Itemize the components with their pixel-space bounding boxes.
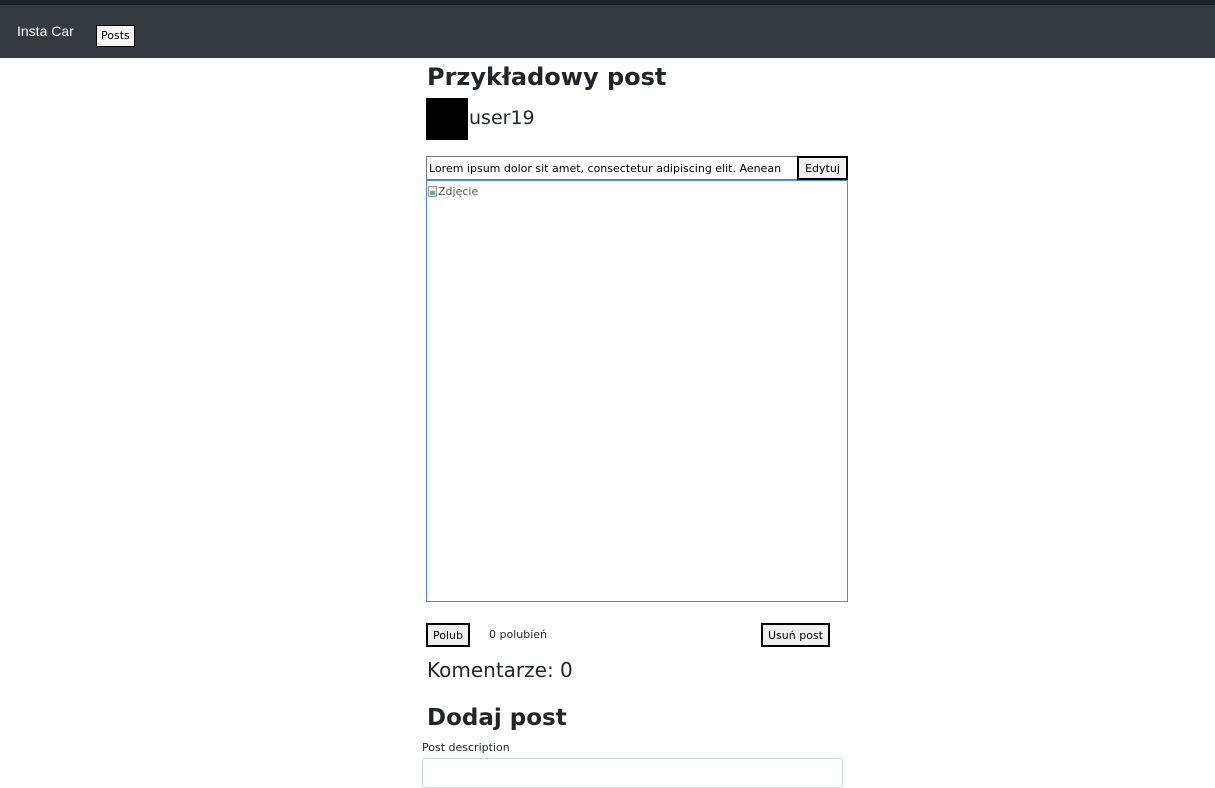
broken-image-icon [428, 186, 437, 197]
post-image: Zdjęcie [426, 180, 848, 602]
broken-image-placeholder: Zdjęcie [428, 185, 478, 198]
delete-post-button[interactable]: Usuń post [761, 623, 830, 647]
add-post-heading: Dodaj post [427, 705, 567, 731]
comments-count: Komentarze: 0 [427, 658, 573, 682]
avatar [426, 98, 468, 140]
navbar: Insta Car Posts [0, 0, 1215, 58]
edit-post-button[interactable]: Edytuj [797, 156, 848, 180]
post-title: Przykładowy post [427, 63, 667, 91]
post-image-alt-text: Zdjęcie [438, 185, 479, 198]
post-description-input[interactable] [426, 156, 798, 180]
post-author-username: user19 [469, 107, 535, 129]
posts-nav-button[interactable]: Posts [96, 25, 135, 47]
like-button[interactable]: Polub [426, 623, 470, 647]
brand-logo[interactable]: Insta Car [17, 23, 74, 39]
likes-count: 0 polubień [489, 628, 548, 641]
post-description-label: Post description [422, 741, 510, 754]
new-post-description-input[interactable] [422, 758, 843, 788]
